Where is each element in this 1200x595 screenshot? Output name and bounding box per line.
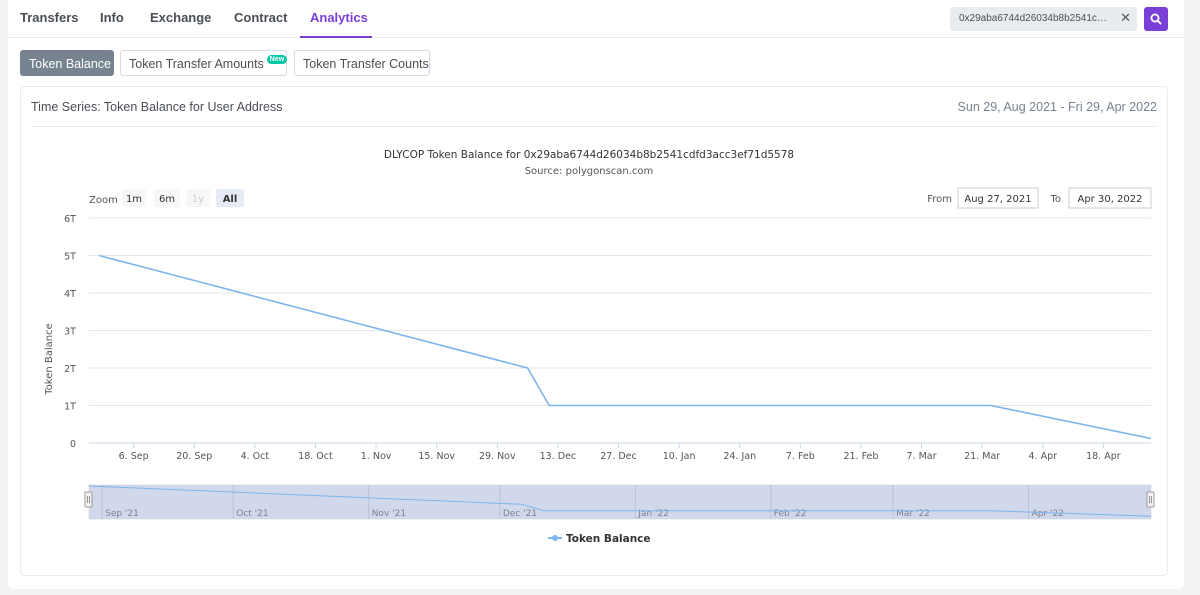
chart-card: Time Series: Token Balance for User Addr… [20, 86, 1168, 576]
close-icon[interactable]: ✕ [1120, 10, 1131, 26]
zoom-6m-label: 6m [159, 194, 175, 205]
search-button[interactable] [1144, 7, 1168, 31]
subtab-token-balance-label: Token Balance [29, 57, 112, 71]
zoom-all-button[interactable]: All [216, 189, 244, 207]
x-tick-label: 24. Jan [723, 451, 756, 462]
data-point [988, 403, 993, 408]
chart-subtitle: Source: polygonscan.com [525, 166, 654, 177]
zoom-all-label: All [223, 194, 238, 205]
x-tick-label: 1. Nov [361, 451, 392, 462]
navigator[interactable]: Sep '21 Oct '21 Nov '21 Dec '21 Jan '22 Feb '… [84, 484, 1155, 520]
navigator-tick-label: Sep '21 [105, 509, 139, 519]
x-tick-label: 21. Feb [843, 451, 878, 462]
tab-exchange[interactable]: Exchange [150, 10, 211, 25]
zoom-1m-button[interactable]: 1m [122, 189, 146, 207]
range-to-value: Apr 30, 2022 [1077, 194, 1142, 205]
x-tick-label: 20. Sep [176, 451, 212, 462]
range-to-label: To [1049, 194, 1061, 205]
y-tick-label: 2T [64, 364, 76, 375]
active-tab-indicator [300, 36, 372, 38]
zoom-1m-label: 1m [126, 194, 142, 205]
new-badge: New [266, 55, 288, 64]
x-tick-label: 4. Oct [241, 451, 270, 462]
y-tick-label: 3T [64, 327, 76, 338]
x-tick-label: 27. Dec [600, 451, 637, 462]
range-from-input[interactable]: Aug 27, 2021 [957, 187, 1039, 209]
tab-transfers[interactable]: Transfers [20, 10, 79, 25]
range-to-input[interactable]: Apr 30, 2022 [1068, 187, 1152, 209]
legend-label: Token Balance [566, 533, 651, 545]
tab-info[interactable]: Info [100, 10, 124, 25]
x-tick-label: 7. Feb [786, 451, 815, 462]
zoom-label: Zoom [89, 195, 118, 206]
y-axis-title: Token Balance [44, 323, 55, 396]
x-tick-label: 13. Dec [540, 451, 577, 462]
y-axis: 0 1T 2T 3T 4T 5T 6T [64, 214, 76, 450]
series-layer [97, 253, 1154, 441]
search-input-value[interactable]: 0x29aba6744d26034b8b2541cdfd... [959, 13, 1111, 24]
address-search-field[interactable]: 0x29aba6744d26034b8b2541cdfd... ✕ [950, 7, 1137, 31]
y-tick-label: 5T [64, 252, 76, 263]
x-tick-label: 18. Apr [1086, 451, 1121, 462]
tab-analytics[interactable]: Analytics [310, 10, 368, 25]
range-from-label: From [927, 194, 952, 205]
range-from-value: Aug 27, 2021 [964, 194, 1031, 205]
series-line-token-balance [98, 254, 1152, 440]
data-point [547, 403, 552, 408]
grid [89, 217, 1151, 444]
navigator-tick-label: Dec '21 [503, 509, 537, 519]
search-icon [1150, 13, 1162, 25]
x-axis: 6. Sep 20. Sep 4. Oct 18. Oct 1. Nov 15. Nov 2… [119, 443, 1121, 462]
y-tick-label: 4T [64, 289, 76, 300]
subtab-token-transfer-amounts[interactable]: Token Transfer Amounts New [120, 50, 288, 76]
page: Transfers Info Exchange Contract Analyti… [8, 0, 1184, 589]
y-tick-label: 6T [64, 214, 76, 225]
legend-item-token-balance[interactable]: Token Balance [548, 533, 651, 545]
data-point [525, 366, 530, 371]
navigator-right-handle[interactable] [1146, 491, 1155, 508]
data-point [97, 253, 102, 258]
chart-title: DLYCOP Token Balance for 0x29aba6744d260… [384, 149, 794, 161]
subtab-token-transfer-counts-label: Token Transfer Counts [303, 57, 429, 71]
navigator-left-handle[interactable] [84, 491, 93, 508]
subtab-token-balance[interactable]: Token Balance [20, 50, 114, 76]
data-point [1149, 436, 1154, 441]
subtab-token-transfer-amounts-label: Token Transfer Amounts [129, 57, 264, 71]
x-tick-label: 18. Oct [298, 451, 333, 462]
subtab-token-transfer-counts[interactable]: Token Transfer Counts [294, 50, 430, 76]
x-tick-label: 6. Sep [119, 451, 149, 462]
token-balance-chart: DLYCOP Token Balance for 0x29aba6744d260… [44, 149, 1155, 545]
legend-marker [552, 535, 558, 541]
x-tick-label: 10. Jan [663, 451, 696, 462]
zoom-6m-button[interactable]: 6m [154, 189, 180, 207]
y-tick-label: 0 [70, 439, 76, 450]
x-tick-label: 29. Nov [479, 451, 516, 462]
x-tick-label: 21. Mar [964, 451, 1000, 462]
zoom-1y-label: 1y [192, 194, 204, 205]
navigator-tick-label: Oct '21 [236, 509, 268, 519]
navigator-tick-label: Apr '22 [1032, 509, 1064, 519]
x-tick-label: 4. Apr [1029, 451, 1058, 462]
y-tick-label: 1T [64, 402, 76, 413]
x-tick-label: 7. Mar [907, 451, 937, 462]
navigator-tick-label: Nov '21 [372, 509, 406, 519]
x-tick-label: 15. Nov [418, 451, 455, 462]
tab-contract[interactable]: Contract [234, 10, 287, 25]
zoom-1y-button[interactable]: 1y [186, 189, 210, 207]
